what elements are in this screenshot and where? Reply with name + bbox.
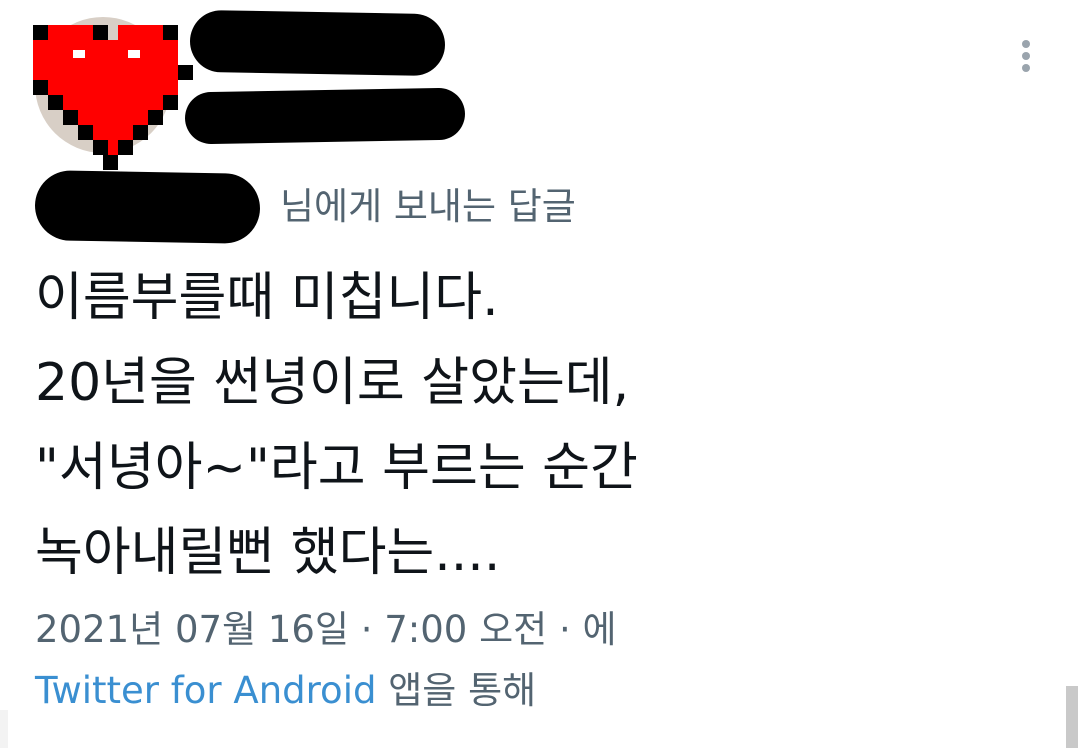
redacted-handle <box>184 87 466 145</box>
tweet-text-line: 20년을 썬녕이로 살았는데, <box>35 353 630 413</box>
scrollbar[interactable] <box>1066 686 1078 748</box>
replying-to-label: 님에게 보내는 답글 <box>280 185 576 228</box>
pixel-heart-icon <box>33 17 193 170</box>
more-vertical-icon <box>1016 40 1036 72</box>
more-options-button[interactable] <box>1016 36 1036 76</box>
left-edge-divider <box>0 710 8 748</box>
source-app-link[interactable]: Twitter for Android <box>35 669 376 712</box>
avatar[interactable] <box>18 10 193 170</box>
redacted-display-name <box>189 9 446 77</box>
tweet-source: Twitter for Android 앱을 통해 <box>35 668 536 714</box>
source-suffix: 앱을 통해 <box>376 669 537 712</box>
tweet-text-line: "서녕아~"라고 부르는 순간 <box>35 438 638 498</box>
tweet-text-line: 이름부를때 미칩니다. <box>35 268 499 328</box>
tweet-timestamp[interactable]: 2021년 07월 16일 · 7:00 오전 · 에 <box>35 607 617 653</box>
tweet-text-line: 녹아내릴뻔 했다는.... <box>35 523 501 583</box>
redacted-reply-handle <box>34 170 261 244</box>
tweet-text: 이름부를때 미칩니다. 20년을 썬녕이로 살았는데, "서녕아~"라고 부르는… <box>35 256 638 596</box>
